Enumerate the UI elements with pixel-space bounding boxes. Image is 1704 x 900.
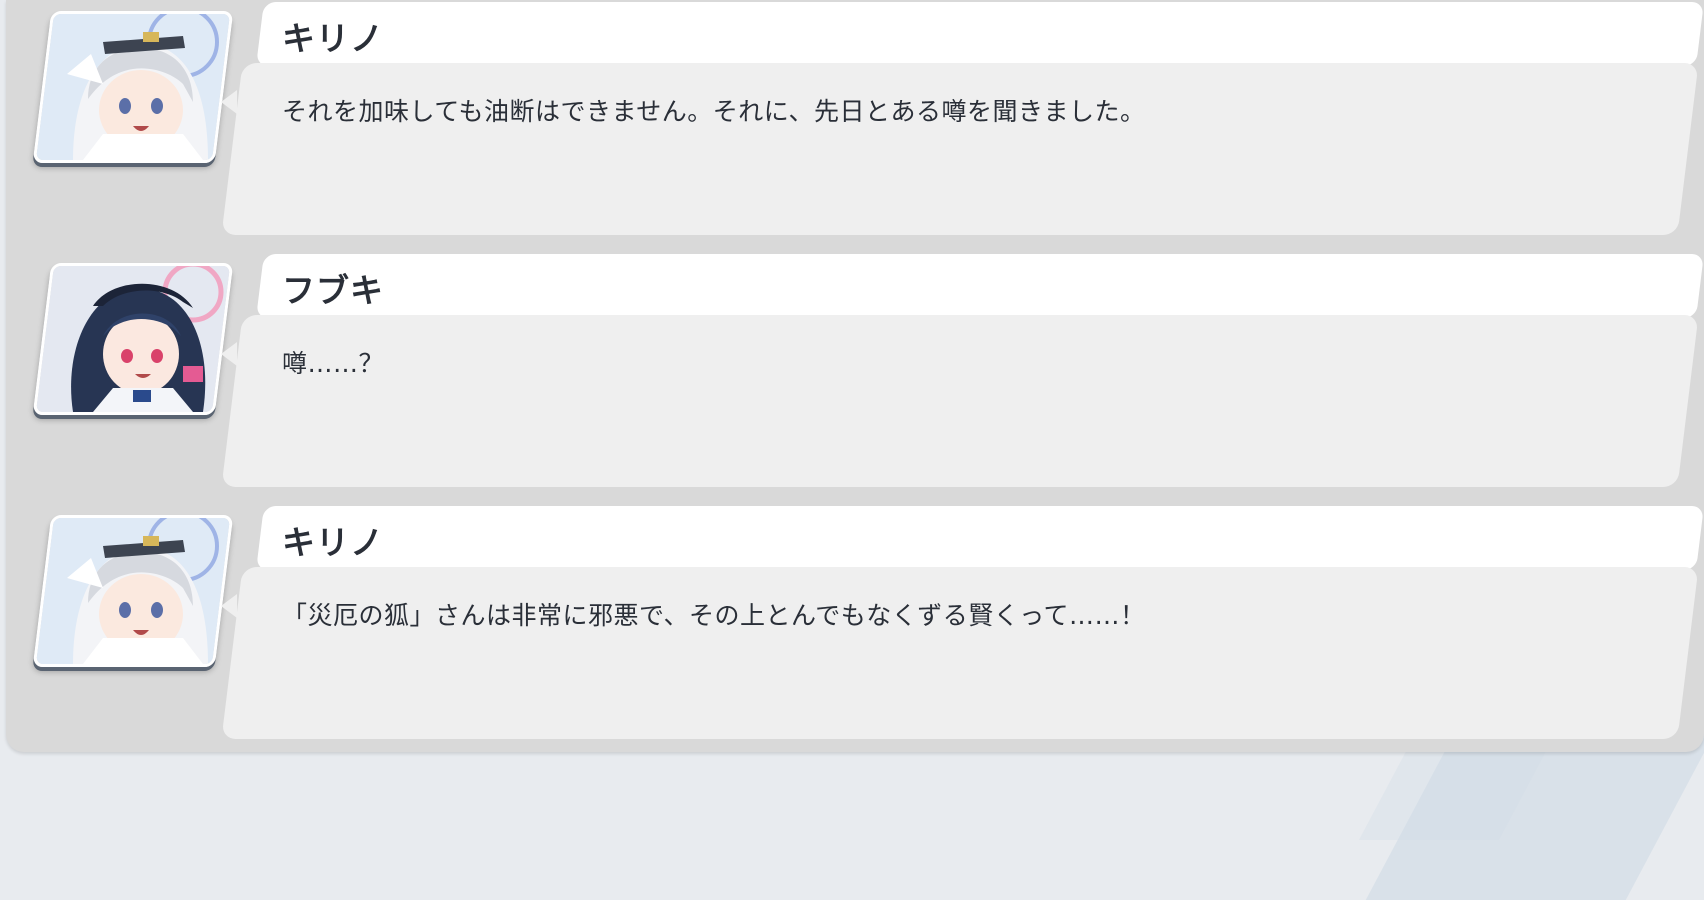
dialogue-bubble [221, 63, 1699, 235]
speaker-name: キリノ [282, 523, 384, 562]
dialogue-log-panel[interactable]: キリノ それを加味しても油断はできません。それに、先日とある噂を聞きました。 フ… [6, 0, 1704, 752]
bubble-tail [221, 342, 237, 366]
bubble-tail [221, 90, 237, 114]
dialogue-entry: フブキ 噂……？ [6, 252, 1704, 490]
dialogue-entry: キリノ 「災厄の狐」さんは非常に邪悪で、その上とんでもなくずる賢くって……！ [6, 504, 1704, 742]
dialogue-text: 噂……？ [282, 349, 385, 378]
dialogue-bubble [221, 567, 1699, 739]
speaker-name: フブキ [282, 271, 384, 310]
dialogue-text: 「災厄の狐」さんは非常に邪悪で、その上とんでもなくずる賢くって……！ [282, 601, 1146, 630]
dialogue-bubble [221, 315, 1699, 487]
speaker-name-bar [256, 2, 1704, 66]
dialogue-entry: キリノ それを加味しても油断はできません。それに、先日とある噂を聞きました。 [6, 0, 1704, 238]
kirino-portrait-icon [32, 11, 234, 163]
dialogue-text: それを加味しても油断はできません。それに、先日とある噂を聞きました。 [282, 97, 1146, 126]
speaker-name-bar [256, 254, 1704, 318]
bubble-tail [221, 594, 237, 618]
fubuki-portrait-icon [32, 263, 234, 415]
kirino-portrait-icon [32, 515, 234, 667]
speaker-name-bar [256, 506, 1704, 570]
speaker-name: キリノ [282, 19, 384, 58]
